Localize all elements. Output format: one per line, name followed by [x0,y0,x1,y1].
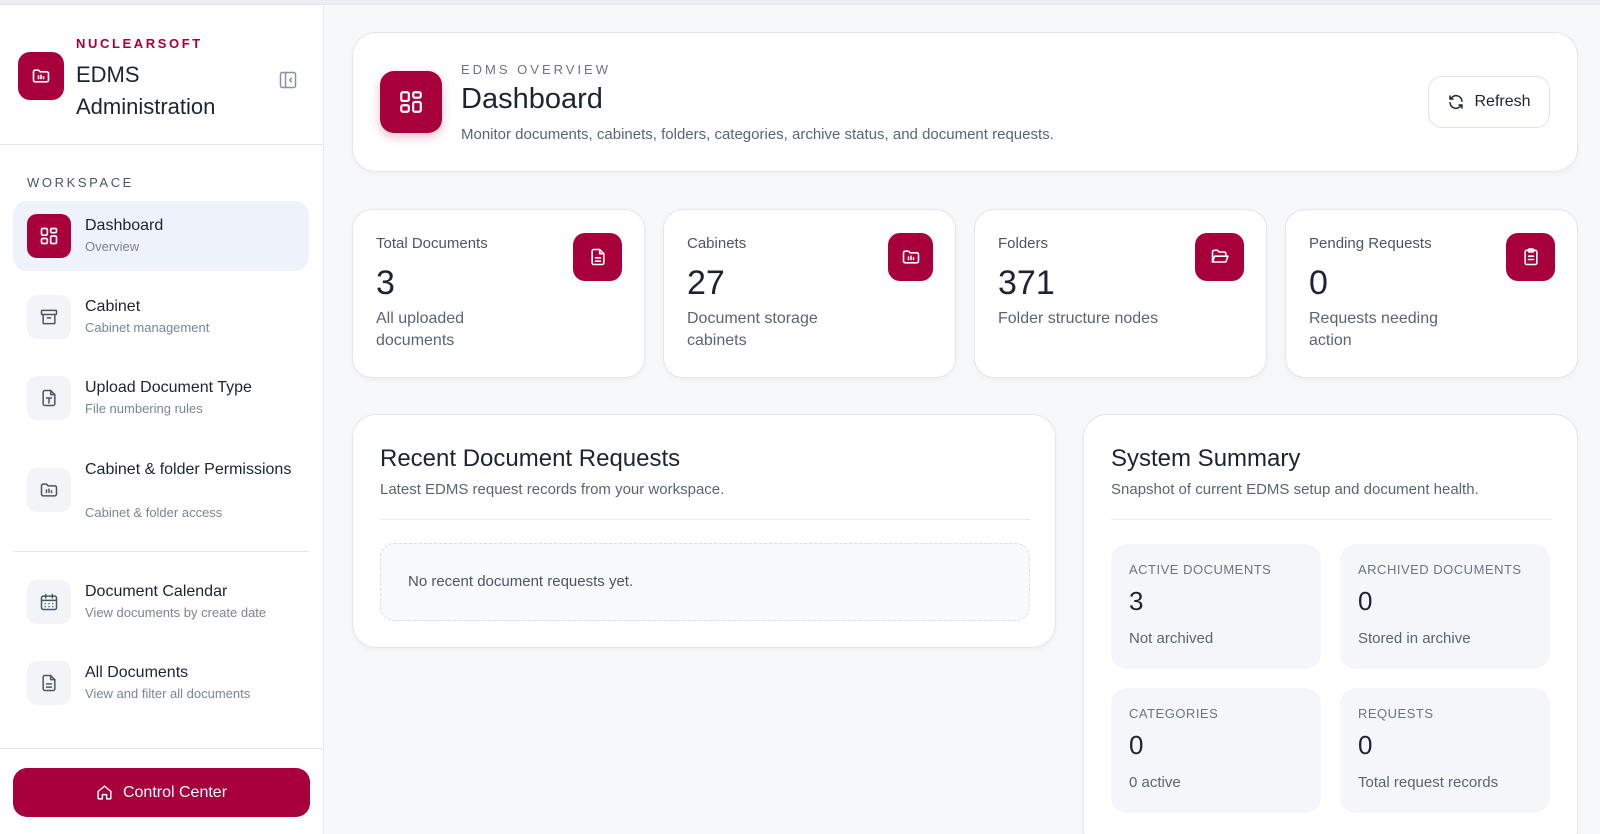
sidebar-collapse-icon [279,71,297,89]
brand-logo-icon [18,52,64,100]
sidebar-item-cabinet[interactable]: Cabinet Cabinet management [13,282,309,352]
summary-label: ACTIVE DOCUMENTS [1129,562,1272,577]
sidebar-item-all-documents[interactable]: All Documents View and filter all docume… [13,648,309,718]
summary-sub: 0 active [1129,774,1181,791]
sidebar-item-label: Dashboard [85,217,164,234]
sidebar-item-label: Document Calendar [85,583,228,600]
control-center-label: Control Center [122,783,228,801]
empty-state-text: No recent document requests yet. [408,573,634,590]
sidebar-item-document-calendar[interactable]: Document Calendar View documents by crea… [13,567,309,637]
panel-description: Latest EDMS request records from your wo… [380,481,725,498]
brand: NUCLEARSOFT EDMS Administration [18,33,308,133]
stat-label: Total Documents [376,235,488,252]
collapse-sidebar-button[interactable] [276,68,300,92]
brand-title: EDMS Administration [76,62,216,119]
stat-value: 371 [998,264,1055,302]
stat-value: 0 [1309,264,1328,302]
grid-icon [380,71,442,133]
document-icon [573,233,622,281]
sidebar-item-sub: View and filter all documents [85,686,251,701]
sidebar-item-sub: Cabinet management [85,320,210,335]
file-type-icon [27,376,71,420]
folder-chart-icon [27,468,71,512]
summary-value: 3 [1129,586,1144,616]
sidebar-item-sub: File numbering rules [85,401,203,416]
refresh-button[interactable]: Refresh [1428,76,1550,128]
summary-tile-active-documents: ACTIVE DOCUMENTS 3 Not archived [1111,544,1321,669]
summary-tile-requests: REQUESTS 0 Total request records [1340,688,1550,813]
sidebar-item-cabinet-folder-permissions[interactable]: Cabinet & folder Permissions Cabinet & f… [13,445,309,535]
summary-tile-categories: CATEGORIES 0 0 active [1111,688,1321,813]
calendar-icon [27,580,71,624]
stat-sub: Folder structure nodes [998,310,1159,327]
page-eyebrow: EDMS OVERVIEW [461,62,612,77]
divider [0,748,323,749]
stat-label: Pending Requests [1309,235,1432,252]
stat-label: Cabinets [687,235,747,252]
refresh-icon [1449,94,1464,110]
summary-sub: Stored in archive [1358,630,1471,647]
refresh-label: Refresh [1474,93,1531,110]
clipboard-icon [1506,233,1555,281]
recent-requests-panel: Recent Document Requests Latest EDMS req… [352,414,1056,648]
section-label-workspace: WORKSPACE [27,175,134,190]
brand-company: NUCLEARSOFT [76,36,203,51]
sidebar-item-sub: Overview [85,239,140,254]
summary-label: CATEGORIES [1129,706,1219,721]
control-center-button[interactable]: Control Center [13,768,310,817]
stat-sub: Requests needing action [1309,310,1438,349]
home-icon [97,785,112,800]
panel-title: Recent Document Requests [380,445,681,472]
divider [1111,519,1552,520]
grid-icon [27,214,71,258]
sidebar-item-label: Upload Document Type [85,379,252,396]
page-description: Monitor documents, cabinets, folders, ca… [461,126,1054,143]
stat-card-total-documents: Total Documents 3 All uploaded documents [352,209,645,378]
folder-open-icon [1195,233,1244,281]
app-root: NUCLEARSOFT EDMS Administration WORKSPAC… [0,0,1600,834]
sidebar-item-label: Cabinet [85,298,141,315]
sidebar-item-label: All Documents [85,664,189,681]
summary-label: REQUESTS [1358,706,1434,721]
page-title: Dashboard [461,83,603,115]
divider [0,144,323,145]
stat-card-pending-requests: Pending Requests 0 Requests needing acti… [1285,209,1578,378]
folder-chart-icon [888,233,933,281]
summary-value: 0 [1358,586,1373,616]
summary-sub: Not archived [1129,630,1214,647]
sidebar-item-sub: View documents by create date [85,605,267,620]
stat-value: 3 [376,264,395,302]
system-summary-panel: System Summary Snapshot of current EDMS … [1083,414,1578,834]
archive-box-icon [27,295,71,339]
sidebar-item-label: Cabinet & folder Permissions [85,461,292,478]
panel-title: System Summary [1111,445,1301,472]
stat-card-cabinets: Cabinets 27 Document storage cabinets [663,209,956,378]
sidebar-item-sub: Cabinet & folder access [85,505,223,520]
sidebar: NUCLEARSOFT EDMS Administration WORKSPAC… [0,5,324,834]
divider [13,551,309,552]
stat-label: Folders [998,235,1049,252]
document-icon [27,661,71,705]
stat-card-folders: Folders 371 Folder structure nodes [974,209,1267,378]
stat-value: 27 [687,264,725,302]
summary-label: ARCHIVED DOCUMENTS [1358,562,1522,577]
sidebar-item-upload-document-type[interactable]: Upload Document Type File numbering rule… [13,363,309,433]
panel-description: Snapshot of current EDMS setup and docum… [1111,481,1479,498]
summary-value: 0 [1358,730,1373,760]
sidebar-item-dashboard[interactable]: Dashboard Overview [13,201,309,271]
stat-sub: All uploaded documents [376,310,465,349]
summary-tile-archived-documents: ARCHIVED DOCUMENTS 0 Stored in archive [1340,544,1550,669]
divider [380,519,1030,520]
summary-value: 0 [1129,730,1144,760]
stat-sub: Document storage cabinets [687,310,818,349]
page-header: EDMS OVERVIEW Dashboard Monitor document… [352,32,1578,172]
summary-sub: Total request records [1358,774,1499,791]
empty-state: No recent document requests yet. [380,543,1030,621]
